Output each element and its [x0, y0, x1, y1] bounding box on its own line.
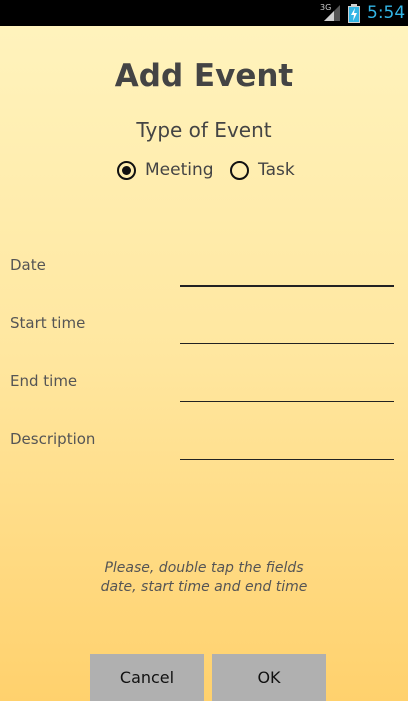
cancel-button[interactable]: Cancel — [90, 654, 204, 701]
date-label: Date — [10, 256, 46, 274]
description-field[interactable] — [180, 431, 394, 460]
hint-text: Please, double tap the fields date, star… — [0, 559, 408, 597]
end-time-field[interactable] — [180, 373, 394, 402]
hint-line-2: date, start time and end time — [100, 579, 308, 595]
end-time-label: End time — [10, 372, 78, 390]
description-label: Description — [10, 430, 96, 448]
radio-unchecked-icon — [230, 160, 249, 180]
radio-meeting[interactable]: Meeting — [117, 156, 214, 184]
page-title: Add Event — [114, 58, 294, 94]
start-time-label: Start time — [10, 314, 86, 332]
date-field[interactable] — [180, 257, 394, 287]
radio-checked-icon — [117, 160, 136, 180]
battery-charging-icon — [348, 4, 360, 23]
radio-meeting-label: Meeting — [145, 160, 214, 180]
hint-line-1: Please, double tap the fields — [104, 560, 304, 576]
signal-icon — [324, 5, 340, 21]
ok-button[interactable]: OK — [212, 654, 326, 701]
clock: 5:54 — [367, 3, 406, 23]
event-type-radio-group: Meeting Task — [0, 156, 408, 184]
section-heading: Type of Event — [136, 118, 272, 142]
start-time-field[interactable] — [180, 315, 394, 344]
radio-task[interactable]: Task — [230, 156, 295, 184]
radio-task-label: Task — [258, 160, 295, 180]
status-bar: 3G 5:54 — [0, 0, 408, 26]
